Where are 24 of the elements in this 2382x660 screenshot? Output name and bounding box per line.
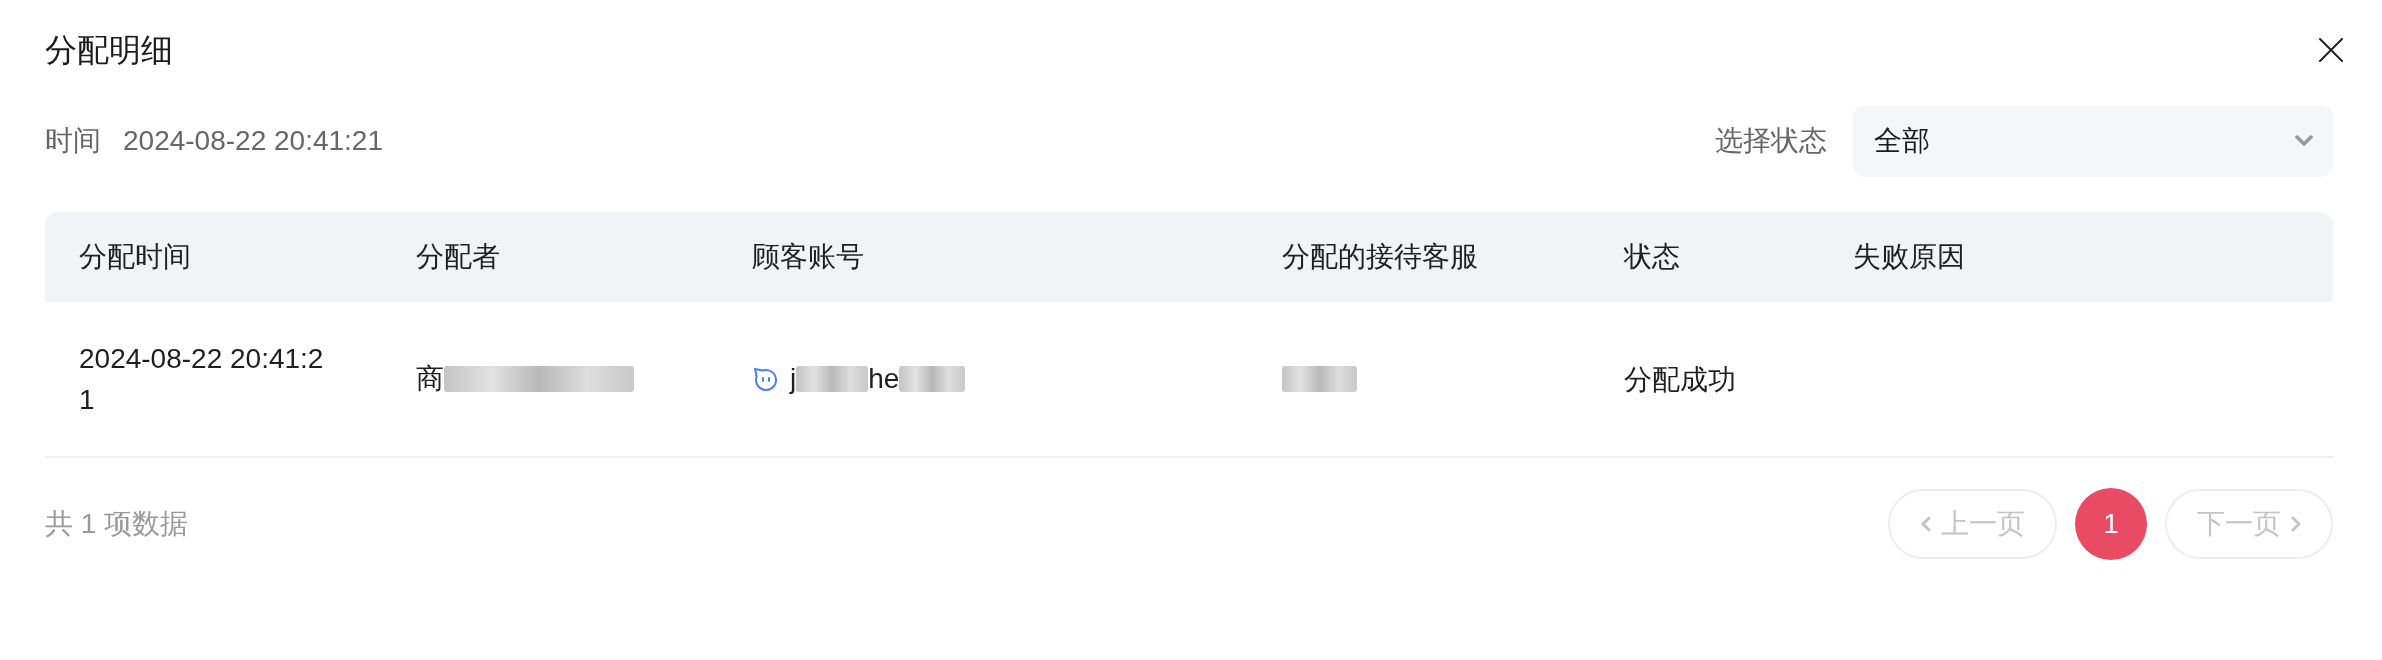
column-header: 状态 bbox=[1624, 241, 1680, 272]
chat-bubble-icon bbox=[752, 366, 778, 392]
status-select[interactable]: 全部 bbox=[1853, 105, 2333, 177]
chevron-right-icon bbox=[2291, 516, 2301, 532]
dialog-title: 分配明细 bbox=[45, 34, 173, 66]
column-header: 分配时间 bbox=[79, 241, 191, 272]
cell-text: 商 bbox=[416, 362, 444, 396]
record-count: 共 1 项数据 bbox=[45, 507, 189, 541]
blurred-redaction bbox=[899, 366, 966, 392]
page-button[interactable]: 1 bbox=[2075, 488, 2147, 560]
cell-text: j bbox=[790, 362, 797, 396]
chevron-down-icon bbox=[2295, 135, 2313, 147]
table-cell-text: 2024-08-22 20:41:21 bbox=[79, 342, 325, 417]
column-header: 顾客账号 bbox=[752, 241, 864, 272]
status-label: 选择状态 bbox=[1715, 124, 1827, 158]
time-label: 时间 bbox=[45, 124, 101, 158]
column-header: 分配的接待客服 bbox=[1282, 241, 1478, 272]
table-cell-text: 分配成功 bbox=[1624, 362, 1737, 397]
close-icon[interactable] bbox=[2319, 38, 2343, 62]
time-value: 2024-08-22 20:41:21 bbox=[123, 124, 383, 158]
column-header: 失败原因 bbox=[1853, 241, 1965, 272]
column-header: 分配者 bbox=[416, 241, 500, 272]
chevron-left-icon bbox=[1920, 516, 1931, 532]
cell-text: he bbox=[868, 362, 900, 396]
